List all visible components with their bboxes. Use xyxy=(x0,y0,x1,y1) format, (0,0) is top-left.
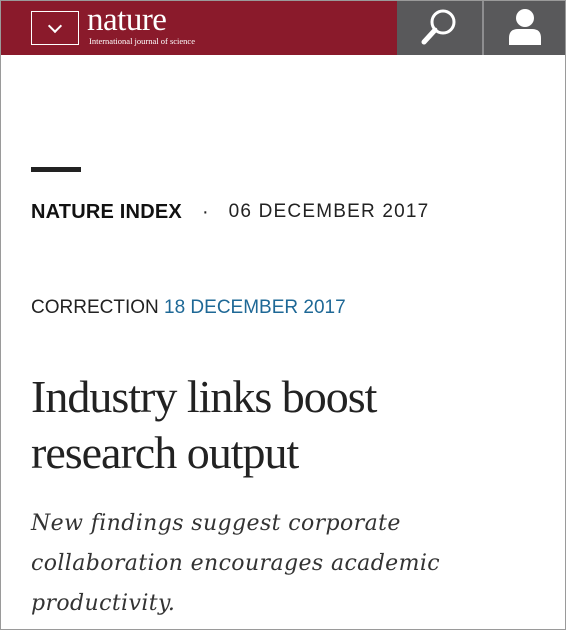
article-meta: NATURE INDEX · 06 DECEMBER 2017 xyxy=(31,197,429,227)
user-icon xyxy=(509,9,541,45)
logo-tagline: International journal of science xyxy=(89,36,195,46)
page-frame: nature International journal of science … xyxy=(0,0,566,630)
meta-separator: · xyxy=(201,200,209,223)
logo-wordmark: nature xyxy=(87,2,167,38)
site-header: nature International journal of science xyxy=(1,1,565,55)
correction-date-link[interactable]: 18 DECEMBER 2017 xyxy=(164,297,346,318)
article-standfirst: New findings suggest corporate collabora… xyxy=(31,511,441,616)
chevron-down-icon xyxy=(47,18,63,33)
correction-notice: CORRECTION 18 DECEMBER 2017 xyxy=(31,297,346,319)
search-icon xyxy=(421,9,456,45)
search-button[interactable] xyxy=(397,1,482,55)
published-date: 06 DECEMBER 2017 xyxy=(228,201,430,222)
section-rule xyxy=(31,167,81,172)
section-link[interactable]: NATURE INDEX xyxy=(31,201,182,224)
correction-label: CORRECTION xyxy=(31,297,159,318)
account-button[interactable] xyxy=(484,1,565,55)
article-title: Industry links boost research output xyxy=(31,371,377,478)
nature-logo[interactable]: nature International journal of science xyxy=(87,2,195,47)
menu-button[interactable] xyxy=(31,11,79,45)
